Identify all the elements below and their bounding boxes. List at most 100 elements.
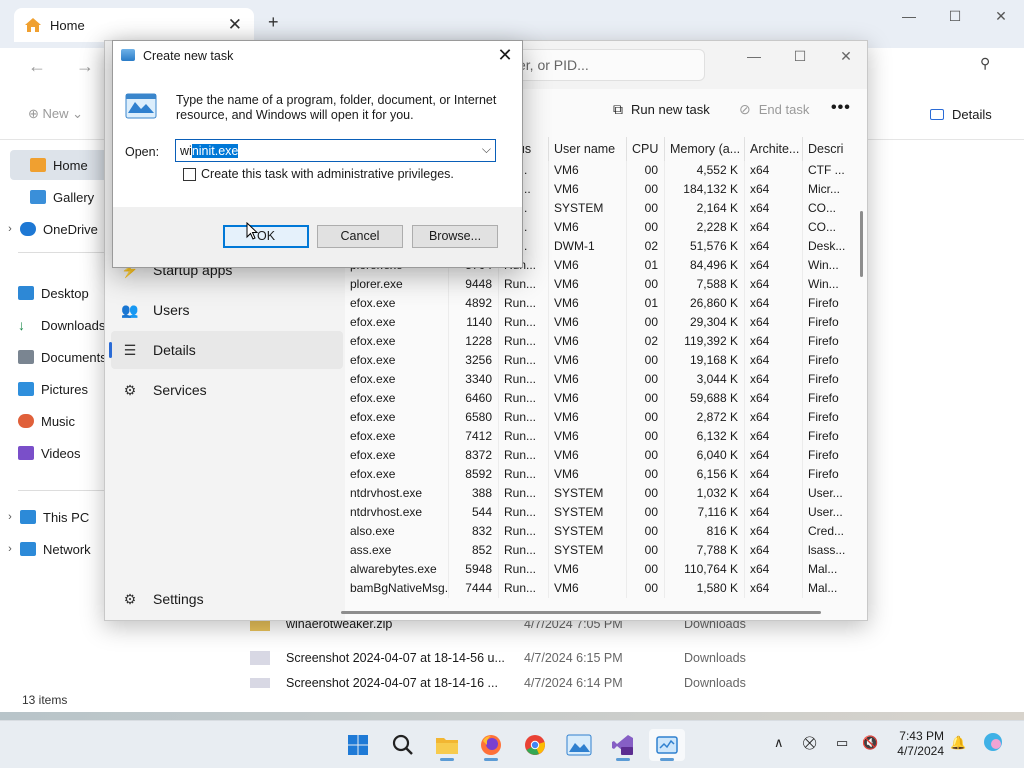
run-new-task-button[interactable]: ⧉ Run new task — [613, 101, 710, 118]
cell-description: Firefo — [808, 315, 839, 329]
more-options-icon[interactable]: ••• — [831, 99, 851, 117]
cell-cpu: 02 — [627, 237, 665, 256]
file-row[interactable]: Screenshot 2024-04-07 at 18-14-16 ... 4/… — [250, 678, 810, 688]
forward-arrow-icon[interactable]: → — [76, 56, 94, 77]
maximize-button[interactable]: ☐ — [932, 0, 978, 32]
taskbar-app-chrome[interactable] — [517, 729, 553, 761]
new-tab-button[interactable]: + — [268, 12, 279, 33]
cell-architecture: x64 — [745, 256, 803, 275]
taskbar-app-task-manager[interactable] — [649, 729, 685, 761]
chevron-right-icon[interactable]: › — [0, 223, 20, 235]
taskbar-search-button[interactable] — [385, 729, 421, 761]
ok-button[interactable]: OK — [223, 225, 309, 248]
cancel-button[interactable]: Cancel — [317, 225, 403, 248]
taskbar-app-file-explorer[interactable] — [429, 729, 465, 761]
horizontal-scrollbar[interactable] — [341, 611, 821, 614]
vertical-scrollbar[interactable] — [860, 211, 863, 277]
sidebar-item-label: Music — [41, 413, 75, 429]
close-button[interactable]: ✕ — [823, 41, 867, 71]
table-row[interactable]: also.exe 832 Run... SYSTEM 00 816 Kx64 Cred... — [345, 522, 867, 541]
checkbox-box[interactable] — [183, 167, 196, 181]
cell-pid: 544 — [449, 503, 499, 522]
back-arrow-icon[interactable]: ← — [28, 56, 46, 77]
cell-username: VM6 — [549, 351, 627, 370]
close-button[interactable]: ✕ — [978, 0, 1024, 32]
column-header-cpu[interactable]: CPU — [627, 137, 665, 161]
cell-pid: 7412 — [449, 427, 499, 446]
nav-users[interactable]: 👥 Users — [111, 291, 343, 329]
explorer-tab-home[interactable]: Home ✕ — [14, 8, 254, 42]
cell-description: Firefo — [808, 334, 839, 348]
display-icon[interactable]: ▭ — [836, 735, 848, 751]
volume-muted-icon[interactable]: 🔇 — [862, 735, 878, 751]
cell-cpu: 00 — [627, 199, 665, 218]
taskbar-app-firefox[interactable] — [473, 729, 509, 761]
sidebar-item-home[interactable]: Home — [10, 150, 110, 180]
table-row[interactable]: efox.exe 1228 Run... VM6 02 119,392 Kx64 Firef… — [345, 332, 867, 351]
nav-settings[interactable]: ⚙ Settings — [111, 580, 343, 618]
cell-status: Run... — [499, 522, 549, 541]
column-header-username[interactable]: User name — [549, 137, 627, 161]
open-input[interactable]: wininit.exe — [176, 143, 239, 158]
network-disconnected-icon[interactable]: ⛒ — [803, 735, 816, 751]
table-row[interactable]: efox.exe 3340 Run... VM6 00 3,044 Kx64 Firefo — [345, 370, 867, 389]
system-clock[interactable]: 7:43 PM 4/7/2024 — [890, 729, 944, 759]
browse-button[interactable]: Browse... — [412, 225, 498, 248]
chevron-right-icon[interactable]: › — [0, 543, 20, 555]
column-header-memory[interactable]: Memory (a... — [665, 137, 745, 161]
close-icon[interactable]: ✕ — [493, 45, 517, 67]
table-row[interactable]: efox.exe 1140 Run... VM6 00 29,304 Kx64 Firefo — [345, 313, 867, 332]
table-row[interactable]: efox.exe 8592 Run... VM6 00 6,156 Kx64 Firefo — [345, 465, 867, 484]
sidebar-item-network[interactable]: › Network — [0, 534, 108, 564]
table-row[interactable]: alwarebytes.exe 5948 Run... VM6 00 110,764 Kx… — [345, 560, 867, 579]
table-row[interactable]: efox.exe 7412 Run... VM6 00 6,132 Kx64 Firefo — [345, 427, 867, 446]
cell-cpu: 00 — [627, 484, 665, 503]
end-task-button[interactable]: ⊘ End task — [739, 101, 809, 118]
cell-architecture: x64 — [745, 370, 803, 389]
start-button[interactable] — [340, 729, 376, 761]
notification-bell-icon[interactable]: 🔔 — [950, 735, 966, 751]
explorer-details-button[interactable]: Details — [930, 107, 992, 122]
chevron-up-icon[interactable]: ∧ — [774, 735, 784, 751]
table-row[interactable]: ntdrvhost.exe 388 Run... SYSTEM 00 1,032 Kx64… — [345, 484, 867, 503]
minimize-button[interactable]: — — [731, 41, 777, 71]
nav-details[interactable]: ☰ Details — [109, 331, 343, 369]
chevron-down-icon[interactable]: ⌵ — [482, 142, 491, 157]
cell-description: Desk... — [808, 239, 846, 253]
sidebar-item-onedrive[interactable]: › OneDrive — [0, 214, 108, 244]
new-button[interactable]: ⊕ New ⌄ — [28, 106, 83, 122]
search-input[interactable]: er, or PID... — [505, 49, 705, 81]
file-row[interactable]: Screenshot 2024-04-07 at 18-14-56 u... 4… — [250, 646, 810, 670]
table-row[interactable]: ass.exe 852 Run... SYSTEM 00 7,788 Kx64 lsass.… — [345, 541, 867, 560]
cell-description: Mal... — [808, 562, 838, 576]
taskbar-app-photos[interactable] — [561, 729, 597, 761]
nav-services[interactable]: ⚙ Services — [111, 371, 343, 409]
minimize-button[interactable]: — — [886, 0, 932, 32]
dialog-body: Type the name of a program, folder, docu… — [113, 71, 522, 207]
home-icon — [25, 18, 41, 32]
admin-privileges-checkbox[interactable]: Create this task with administrative pri… — [183, 167, 454, 181]
sidebar-item-gallery[interactable]: Gallery — [10, 182, 118, 212]
column-header-description[interactable]: Descri — [803, 137, 867, 161]
table-row[interactable]: efox.exe 8372 Run... VM6 00 6,040 Kx64 Firefo — [345, 446, 867, 465]
chevron-right-icon[interactable]: › — [0, 511, 20, 523]
cell-memory: 59,688 K — [665, 389, 745, 408]
copilot-icon[interactable] — [982, 731, 1004, 756]
cell-status: Run... — [499, 427, 549, 446]
close-tab-icon[interactable]: ✕ — [228, 15, 242, 35]
table-row[interactable]: efox.exe 6460 Run... VM6 00 59,688 Kx64 Firefo — [345, 389, 867, 408]
maximize-button[interactable]: ☐ — [777, 41, 823, 71]
open-combobox[interactable]: wininit.exe ⌵ — [175, 139, 496, 162]
run-program-icon — [125, 93, 157, 119]
column-header-architecture[interactable]: Archite... — [745, 137, 803, 161]
table-row[interactable]: efox.exe 3256 Run... VM6 00 19,168 Kx64 Firefo — [345, 351, 867, 370]
table-row[interactable]: bamBgNativeMsg... 7444 Run... VM6 00 1,580 Kx… — [345, 579, 867, 598]
explorer-search-icon[interactable]: ⚲ — [980, 55, 990, 72]
sidebar-item-this-pc[interactable]: › This PC — [0, 502, 108, 532]
cell-cpu: 00 — [627, 351, 665, 370]
table-row[interactable]: efox.exe 6580 Run... VM6 00 2,872 Kx64 Firefo — [345, 408, 867, 427]
table-row[interactable]: ntdrvhost.exe 544 Run... SYSTEM 00 7,116 Kx64… — [345, 503, 867, 522]
table-row[interactable]: efox.exe 4892 Run... VM6 01 26,860 Kx64 Firefo — [345, 294, 867, 313]
taskbar-app-visual-studio[interactable] — [605, 729, 641, 761]
table-row[interactable]: plorer.exe 9448 Run... VM6 00 7,588 Kx64 Win..… — [345, 275, 867, 294]
